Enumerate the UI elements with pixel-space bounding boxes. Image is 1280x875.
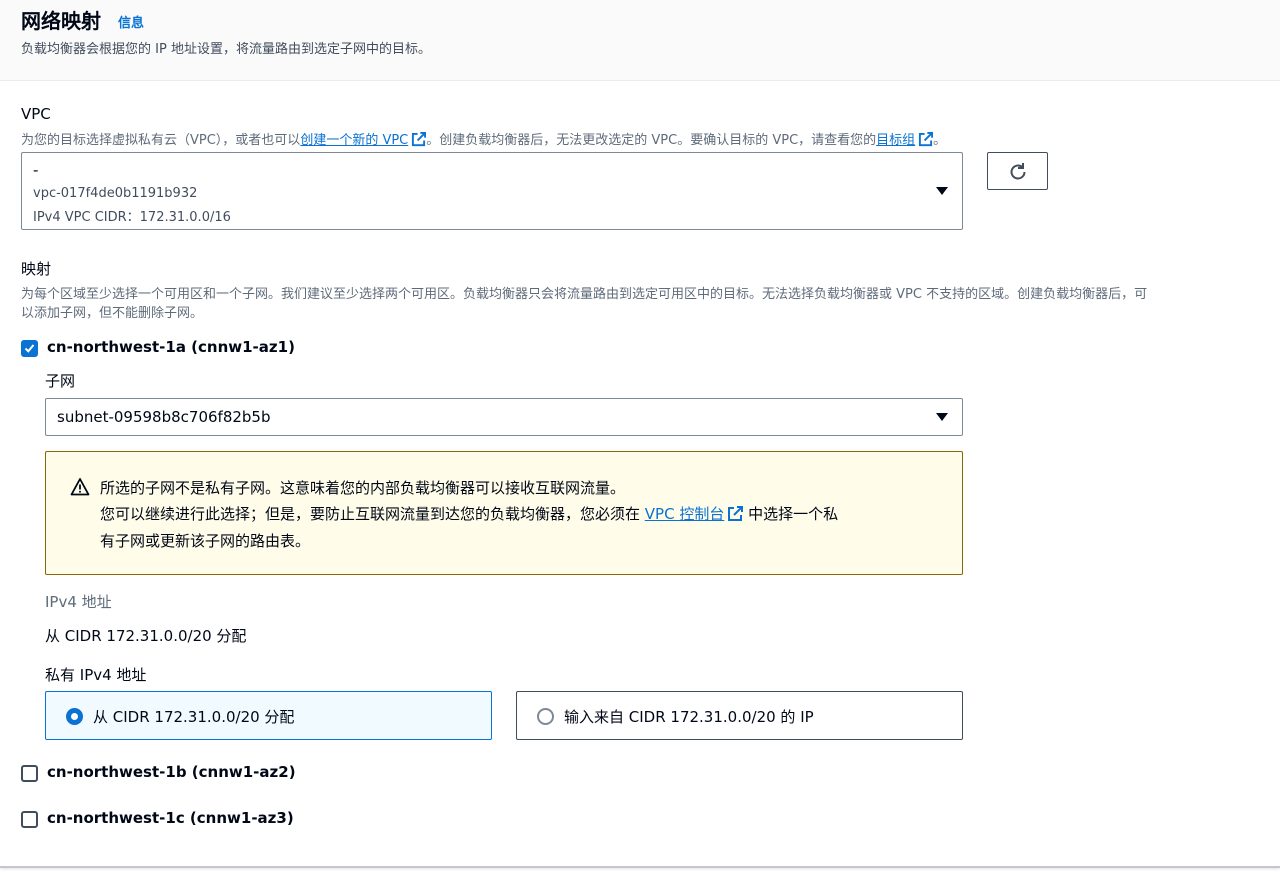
caret-down-icon [936, 413, 948, 421]
ipv4-address-value: 从 CIDR 172.31.0.0/20 分配 [45, 627, 247, 645]
vpc-selected-cidr: IPv4 VPC CIDR：172.31.0.0/16 [33, 210, 231, 225]
page-description: 负载均衡器会根据您的 IP 地址设置，将流量路由到选定子网中的目标。 [21, 42, 431, 57]
external-link-icon [728, 506, 744, 521]
vpc-console-link[interactable]: VPC 控制台 [645, 505, 725, 523]
refresh-icon [1010, 163, 1026, 180]
radio-option-label: 输入来自 CIDR 172.31.0.0/20 的 IP [564, 708, 814, 726]
ipv4-address-label: IPv4 地址 [45, 593, 112, 611]
page-title: 网络映射 [21, 9, 101, 33]
external-link-icon [412, 132, 427, 147]
panel-header: 网络映射 信息 负载均衡器会根据您的 IP 地址设置，将流量路由到选定子网中的目… [0, 0, 1280, 81]
zone-1b-checkbox[interactable] [21, 765, 38, 782]
warning-line3: 有子网或更新该子网的路由表。 [100, 532, 311, 550]
vpc-desc-prefix: 为您的目标选择虚拟私有云（VPC），或者也可以 [21, 133, 301, 148]
warning-line2: 您可以继续进行此选择；但是，要防止互联网流量到达您的负载均衡器，您必须在 VPC… [100, 503, 838, 524]
network-mapping-panel: 网络映射 信息 负载均衡器会根据您的 IP 地址设置，将流量路由到选定子网中的目… [0, 0, 1280, 868]
external-link-icon [919, 132, 934, 147]
create-vpc-link[interactable]: 创建一个新的 VPC [300, 133, 408, 148]
radio-option-assign-from-cidr[interactable]: 从 CIDR 172.31.0.0/20 分配 [45, 691, 492, 740]
radio-option-enter-ip[interactable]: 输入来自 CIDR 172.31.0.0/20 的 IP [516, 691, 963, 740]
refresh-button[interactable] [987, 152, 1048, 190]
subnet-select[interactable]: subnet-09598b8c706f82b5b [45, 398, 963, 436]
warning-icon [70, 478, 90, 496]
vpc-selected-id: vpc-017f4de0b1191b932 [33, 186, 198, 201]
vpc-desc-suffix: 。 [933, 133, 947, 148]
radio-button-selected[interactable] [66, 708, 83, 725]
caret-down-icon [936, 187, 948, 195]
radio-button-unselected[interactable] [537, 708, 554, 725]
subnet-label: 子网 [45, 372, 76, 390]
zone-1a-checkbox[interactable] [21, 340, 38, 357]
mapping-label: 映射 [21, 260, 52, 278]
target-group-link[interactable]: 目标组 [876, 133, 915, 148]
check-icon [24, 344, 35, 353]
vpc-description: 为您的目标选择虚拟私有云（VPC），或者也可以创建一个新的 VPC 。创建负载均衡… [21, 129, 946, 148]
private-subnet-warning: 所选的子网不是私有子网。这意味着您的内部负载均衡器可以接收互联网流量。 您可以继… [45, 451, 963, 575]
vpc-selected-name: - [33, 161, 39, 179]
private-ipv4-label: 私有 IPv4 地址 [45, 666, 147, 684]
zone-1a-label[interactable]: cn-northwest-1a (cnnw1-az1) [47, 338, 295, 356]
mapping-description-line2: 以添加子网，但不能删除子网。 [21, 306, 204, 321]
vpc-select[interactable]: - vpc-017f4de0b1191b932 IPv4 VPC CIDR：17… [21, 152, 963, 230]
mapping-description-line1: 为每个区域至少选择一个可用区和一个子网。我们建议至少选择两个可用区。负载均衡器只… [21, 287, 1148, 302]
vpc-label: VPC [21, 105, 51, 123]
radio-option-label: 从 CIDR 172.31.0.0/20 分配 [93, 708, 295, 726]
zone-1c-checkbox[interactable] [21, 811, 38, 828]
vpc-desc-middle: 。创建负载均衡器后，无法更改选定的 VPC。要确认目标的 VPC，请查看您的 [426, 133, 877, 148]
subnet-selected-value: subnet-09598b8c706f82b5b [57, 408, 271, 426]
info-link[interactable]: 信息 [118, 12, 144, 31]
zone-1b-label[interactable]: cn-northwest-1b (cnnw1-az2) [47, 763, 296, 781]
warning-line2-prefix: 您可以继续进行此选择；但是，要防止互联网流量到达您的负载均衡器，您必须在 [100, 505, 645, 523]
zone-1c-label[interactable]: cn-northwest-1c (cnnw1-az3) [47, 809, 294, 827]
warning-line1: 所选的子网不是私有子网。这意味着您的内部负载均衡器可以接收互联网流量。 [100, 479, 626, 497]
warning-line2-suffix: 中选择一个私 [743, 505, 839, 523]
